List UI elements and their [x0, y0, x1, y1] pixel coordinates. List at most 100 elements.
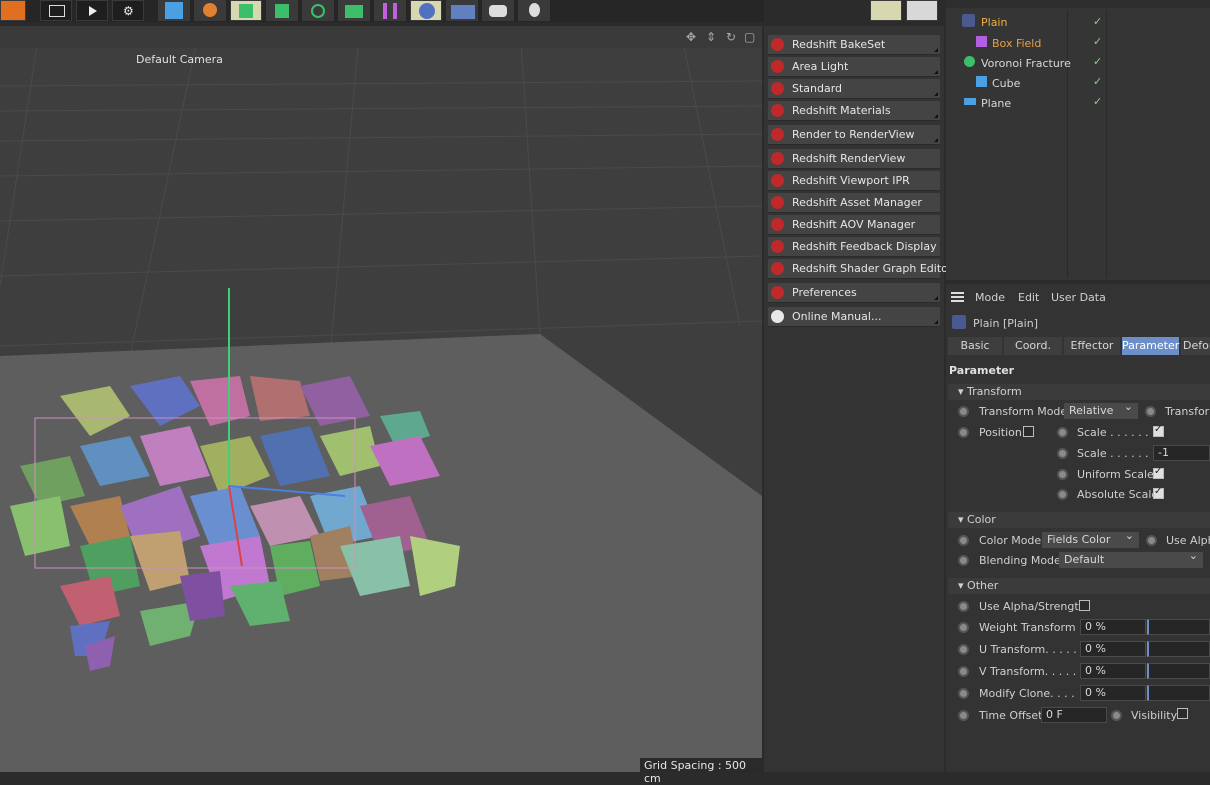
menu-item-asset-manager[interactable]: Redshift Asset Manager	[768, 193, 940, 213]
menu-item-preferences[interactable]: Preferences	[768, 283, 940, 303]
other-section-header[interactable]: ▾ Other	[948, 578, 1210, 594]
layout-icon[interactable]	[906, 0, 938, 21]
tab-coord[interactable]: Coord.	[1004, 337, 1062, 355]
object-row-voronoi-fracture[interactable]: Voronoi Fracture ✓	[946, 54, 1210, 74]
menu-item-area-light[interactable]: Area Light	[768, 57, 940, 77]
scale-checkbox[interactable]	[1153, 424, 1164, 437]
light-icon[interactable]	[518, 0, 550, 21]
object-row-box-field[interactable]: Box Field ✓	[946, 34, 1210, 54]
camera-icon[interactable]	[482, 0, 514, 21]
position-checkbox[interactable]	[1023, 426, 1034, 437]
color-mode-select[interactable]: Fields Color	[1042, 532, 1139, 548]
menu-item-shader-graph-editor[interactable]: Redshift Shader Graph Editor	[768, 259, 952, 279]
enabled-check-icon[interactable]: ✓	[1093, 35, 1102, 48]
time-offset-field[interactable]: 0 F	[1041, 707, 1107, 723]
weight-transform-slider[interactable]	[1147, 619, 1210, 635]
redshift-icon	[771, 174, 784, 187]
scale-radio-1[interactable]	[1057, 427, 1068, 438]
pen-icon[interactable]	[194, 0, 226, 21]
scale-value-field[interactable]: -1	[1153, 445, 1210, 461]
tab-parameter[interactable]: Parameter	[1122, 337, 1179, 355]
visibility-checkbox[interactable]	[1177, 708, 1188, 719]
enabled-check-icon[interactable]: ✓	[1093, 75, 1102, 88]
transform-mode-select[interactable]: Relative	[1064, 403, 1138, 419]
notes-icon[interactable]	[870, 0, 902, 21]
weight-transform-radio[interactable]	[958, 622, 969, 633]
field-icon[interactable]	[410, 0, 442, 21]
u-transform-field[interactable]: 0 %	[1080, 641, 1146, 657]
attr-menu-mode[interactable]: Mode	[975, 291, 1005, 304]
absolute-scale-radio[interactable]	[1057, 489, 1068, 500]
enabled-check-icon[interactable]: ✓	[1093, 15, 1102, 28]
tab-deformer[interactable]: Defor	[1181, 337, 1210, 355]
object-row-plane[interactable]: Plane ✓	[946, 94, 1210, 114]
use-alpha-radio[interactable]	[1146, 535, 1157, 546]
v-transform-slider[interactable]	[1147, 663, 1210, 679]
menu-item-feedback-display[interactable]: Redshift Feedback Display	[768, 237, 940, 257]
visibility-radio[interactable]	[1111, 710, 1122, 721]
v-transform-field[interactable]: 0 %	[1080, 663, 1146, 679]
render-view-icon[interactable]	[76, 0, 108, 21]
cloner-icon[interactable]	[338, 0, 370, 21]
redshift-icon	[771, 82, 784, 95]
modify-clone-slider[interactable]	[1147, 685, 1210, 701]
use-alpha-strength-radio[interactable]	[958, 601, 969, 612]
zoom-view-icon[interactable]: ⇕	[706, 30, 716, 44]
time-offset-radio[interactable]	[958, 710, 969, 721]
menu-item-bakeset[interactable]: Redshift BakeSet	[768, 35, 940, 55]
deformer-icon[interactable]	[374, 0, 406, 21]
weight-transform-label: Weight Transform	[979, 621, 1076, 634]
color-section-header[interactable]: ▾ Color	[948, 512, 1210, 528]
position-radio[interactable]	[958, 427, 969, 438]
camera-label[interactable]: Default Camera	[136, 53, 223, 66]
use-alpha-strength-checkbox[interactable]	[1079, 600, 1090, 611]
attr-menu-user-data[interactable]: User Data	[1051, 291, 1106, 304]
transform-mode-radio[interactable]	[958, 406, 969, 417]
mograph-icon[interactable]	[302, 0, 334, 21]
blending-mode-radio[interactable]	[958, 555, 969, 566]
menu-item-label: Redshift Materials	[792, 104, 891, 117]
move-view-icon[interactable]: ✥	[686, 30, 696, 44]
rotate-view-icon[interactable]: ↻	[726, 30, 736, 44]
uniform-scale-radio[interactable]	[1057, 469, 1068, 480]
uniform-scale-checkbox[interactable]	[1153, 466, 1164, 479]
enabled-check-icon[interactable]: ✓	[1093, 95, 1102, 108]
modify-clone-field[interactable]: 0 %	[1080, 685, 1146, 701]
transform-section-header[interactable]: ▾ Transform	[948, 384, 1210, 400]
menu-item-viewport-ipr[interactable]: Redshift Viewport IPR	[768, 171, 940, 191]
subdivision-icon[interactable]	[230, 0, 262, 21]
tab-effector[interactable]: Effector	[1064, 337, 1120, 355]
undo-icon[interactable]	[0, 0, 26, 21]
hamburger-menu-icon[interactable]	[951, 292, 964, 302]
u-transform-radio[interactable]	[958, 644, 969, 655]
transform-radio[interactable]	[1145, 406, 1156, 417]
cube-icon[interactable]	[158, 0, 190, 21]
menu-item-aov-manager[interactable]: Redshift AOV Manager	[768, 215, 940, 235]
object-row-cube[interactable]: Cube ✓	[946, 74, 1210, 94]
blending-mode-select[interactable]: Default	[1059, 552, 1203, 568]
scale-radio-2[interactable]	[1057, 448, 1068, 459]
object-row-plain[interactable]: Plain ✓	[946, 14, 1210, 34]
enabled-check-icon[interactable]: ✓	[1093, 55, 1102, 68]
weight-transform-field[interactable]: 0 %	[1080, 619, 1146, 635]
tab-basic[interactable]: Basic	[948, 337, 1002, 355]
render-settings-icon[interactable]: ⚙	[112, 0, 144, 21]
u-transform-slider[interactable]	[1147, 641, 1210, 657]
menu-item-online-manual[interactable]: Online Manual...	[768, 307, 940, 327]
maximize-view-icon[interactable]: ▢	[744, 30, 755, 44]
color-mode-radio[interactable]	[958, 535, 969, 546]
v-transform-radio[interactable]	[958, 666, 969, 677]
menu-item-label: Redshift Asset Manager	[792, 196, 922, 209]
absolute-scale-checkbox[interactable]	[1153, 486, 1164, 499]
render-region-icon[interactable]	[40, 0, 72, 21]
attr-menu-edit[interactable]: Edit	[1018, 291, 1039, 304]
generator-icon[interactable]	[266, 0, 298, 21]
floor-icon[interactable]	[446, 0, 478, 21]
menu-item-standard[interactable]: Standard	[768, 79, 940, 99]
menu-item-render-to-renderview[interactable]: Render to RenderView	[768, 125, 940, 145]
object-title: Plain [Plain]	[973, 317, 1038, 330]
modify-clone-radio[interactable]	[958, 688, 969, 699]
viewport[interactable]	[0, 26, 762, 772]
menu-item-renderview[interactable]: Redshift RenderView	[768, 149, 940, 169]
menu-item-materials[interactable]: Redshift Materials	[768, 101, 940, 121]
